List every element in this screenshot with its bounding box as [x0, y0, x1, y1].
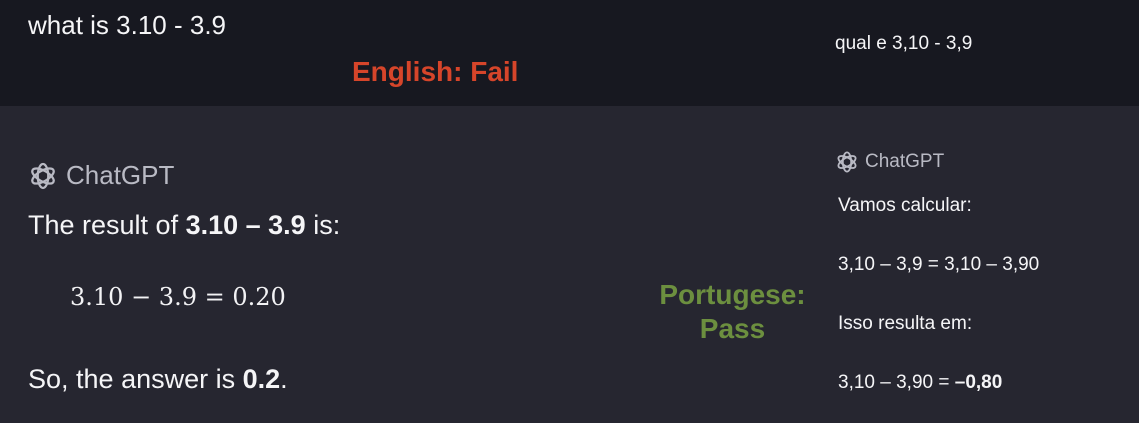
- portuguese-pass-label: Portugese: Pass: [640, 278, 825, 346]
- portuguese-equation-2: 3,10 – 3,90 = –0,80: [838, 372, 1002, 394]
- answer-prefix: So, the answer is: [28, 364, 243, 394]
- pass-label-line2: Pass: [699, 313, 766, 344]
- english-answer-sentence: So, the answer is 0.2.: [28, 364, 288, 395]
- brand-name: ChatGPT: [66, 160, 175, 190]
- portuguese-chatgpt-header: ChatGPT: [835, 150, 944, 174]
- result-expression: 3.10 – 3.9: [185, 210, 306, 240]
- portuguese-user-prompt: qual e 3,10 - 3,9: [835, 33, 973, 54]
- answer-value: 0.2: [242, 364, 281, 394]
- english-fail-label: English: Fail: [352, 56, 519, 87]
- result-suffix: is:: [305, 210, 341, 240]
- result-prefix: The result of: [28, 210, 186, 240]
- openai-logo-icon: [835, 150, 859, 174]
- english-result-sentence: The result of 3.10 – 3.9 is:: [28, 210, 340, 241]
- english-equation: 3.10 − 3.9 = 0.20: [70, 283, 286, 311]
- portuguese-result-intro: Isso resulta em:: [838, 313, 973, 334]
- english-user-prompt: what is 3.10 - 3.9: [28, 10, 226, 40]
- equation2-value: –0,80: [954, 372, 1003, 393]
- openai-logo-icon: [28, 161, 58, 191]
- equation2-prefix: 3,10 – 3,90 =: [838, 372, 955, 393]
- pass-label-line1: Portugese:: [659, 279, 806, 310]
- brand-name: ChatGPT: [865, 151, 945, 172]
- portuguese-equation-1: 3,10 – 3,9 = 3,10 – 3,90: [838, 254, 1040, 275]
- english-chatgpt-header: ChatGPT: [28, 160, 174, 191]
- answer-suffix: .: [280, 364, 288, 394]
- portuguese-calc-intro: Vamos calcular:: [838, 195, 972, 216]
